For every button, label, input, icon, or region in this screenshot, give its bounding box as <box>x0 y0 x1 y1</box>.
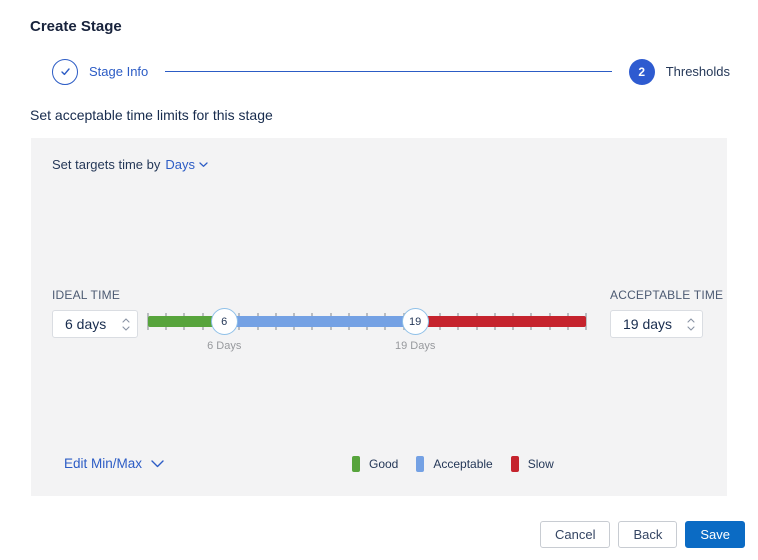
dialog-footer: Cancel Back Save <box>539 521 745 548</box>
cancel-button[interactable]: Cancel <box>539 521 611 548</box>
step-complete-check-icon <box>52 58 78 85</box>
back-button[interactable]: Back <box>618 521 678 548</box>
chevron-down-icon <box>151 459 164 467</box>
ideal-time-field: IDEAL TIME 6 days <box>52 288 138 338</box>
edit-minmax-toggle[interactable]: Edit Min/Max <box>64 456 164 471</box>
save-button[interactable]: Save <box>685 521 745 548</box>
legend-label: Good <box>369 457 399 471</box>
time-unit-dropdown[interactable]: Days <box>165 157 208 172</box>
legend-item: Acceptable <box>416 456 493 472</box>
stepper-connector-line <box>165 71 612 72</box>
slider-segment-slow <box>415 316 586 327</box>
legend-label: Acceptable <box>433 457 493 471</box>
slider-max-handle[interactable]: 19 19 Days <box>395 308 435 352</box>
target-time-row: Set targets time by Days <box>52 157 208 172</box>
stepper-down-icon <box>687 325 695 331</box>
slider-legend: Good Acceptable Slow <box>352 456 554 472</box>
slider-min-handle[interactable]: 6 6 Days <box>207 308 241 352</box>
stepper-up-icon <box>122 317 130 323</box>
step-thresholds-label: Thresholds <box>665 64 730 79</box>
slider-max-label: 19 Days <box>394 340 436 352</box>
legend-swatch <box>416 456 425 472</box>
ideal-time-label: IDEAL TIME <box>52 288 121 302</box>
ideal-time-value: 6 days <box>65 316 107 332</box>
slider-min-value: 6 <box>221 315 228 328</box>
stepper-up-icon <box>687 317 695 323</box>
thresholds-panel: Set targets time by Days IDEAL TIME 6 da… <box>31 138 727 496</box>
time-threshold-slider: 6 6 Days 19 19 Days <box>147 308 587 352</box>
legend-swatch <box>352 456 360 472</box>
acceptable-time-value: 19 days <box>623 316 673 332</box>
ideal-time-stepper[interactable] <box>122 317 130 331</box>
target-time-prefix: Set targets time by <box>52 157 161 172</box>
chevron-down-icon <box>199 161 208 167</box>
slider-segment-acceptable <box>224 316 416 327</box>
page-title: Create Stage <box>30 18 122 35</box>
acceptable-time-stepper[interactable] <box>687 317 695 331</box>
ideal-time-input[interactable]: 6 days <box>52 310 138 338</box>
step-number-badge: 2 <box>628 58 655 85</box>
legend-swatch <box>510 456 519 472</box>
panel-subtitle: Set acceptable time limits for this stag… <box>30 107 273 123</box>
acceptable-time-field: ACCEPTABLE TIME 19 days <box>610 288 724 338</box>
create-stage-dialog: Create Stage Stage Info 2 Thresholds Set… <box>0 0 758 560</box>
acceptable-time-input[interactable]: 19 days <box>610 310 703 338</box>
edit-minmax-label: Edit Min/Max <box>64 456 143 471</box>
legend-label: Slow <box>527 457 554 471</box>
acceptable-time-label: ACCEPTABLE TIME <box>610 288 724 302</box>
step-thresholds[interactable]: 2 Thresholds <box>628 58 730 85</box>
slider-min-label: 6 Days <box>207 340 242 352</box>
step-stage-info-label: Stage Info <box>89 64 149 79</box>
step-stage-info[interactable]: Stage Info <box>52 58 149 85</box>
legend-item: Slow <box>510 456 554 472</box>
slider-max-value: 19 <box>409 315 422 328</box>
time-unit-value: Days <box>165 157 196 172</box>
stepper: Stage Info 2 Thresholds <box>52 58 730 85</box>
legend-item: Good <box>352 456 398 472</box>
stepper-down-icon <box>122 325 130 331</box>
